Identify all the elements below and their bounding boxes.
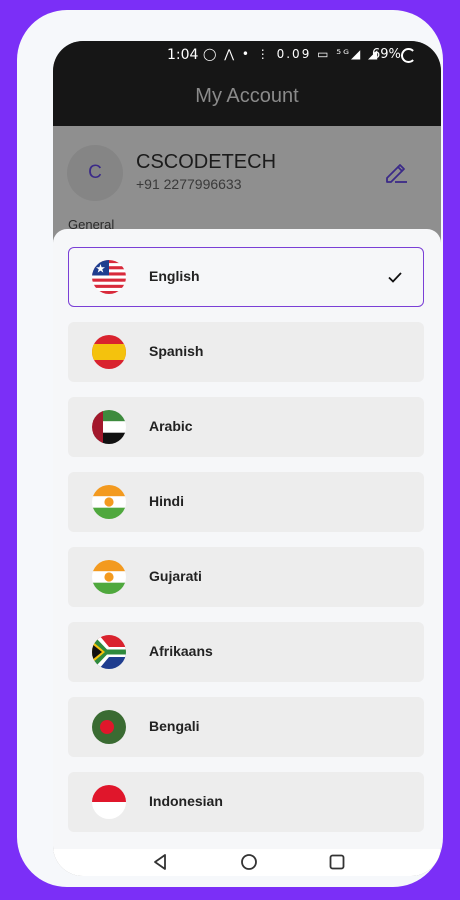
language-label: Gujarati bbox=[149, 568, 202, 584]
back-icon[interactable] bbox=[149, 850, 173, 874]
home-icon[interactable] bbox=[237, 850, 261, 874]
language-option-spanish[interactable]: Spanish bbox=[68, 322, 424, 382]
pencil-edit-icon[interactable] bbox=[383, 159, 409, 185]
loading-ring-icon bbox=[401, 48, 416, 63]
language-option-arabic[interactable]: Arabic bbox=[68, 397, 424, 457]
language-option-hindi[interactable]: Hindi bbox=[68, 472, 424, 532]
language-label: Hindi bbox=[149, 493, 184, 509]
language-label: Indonesian bbox=[149, 793, 223, 809]
language-label: Spanish bbox=[149, 343, 204, 359]
language-option-bengali[interactable]: Bengali bbox=[68, 697, 424, 757]
battery-level: 69% bbox=[372, 47, 401, 62]
phone-frame: 1:04 ◯ ⋀ • ⋮ 0.09 ▭ ⁵ᴳ◢ ◢ 69% My Account… bbox=[17, 10, 443, 887]
language-option-indonesian[interactable]: Indonesian bbox=[68, 772, 424, 832]
screen: 1:04 ◯ ⋀ • ⋮ 0.09 ▭ ⁵ᴳ◢ ◢ 69% My Account… bbox=[53, 41, 441, 876]
system-nav-bar bbox=[53, 849, 441, 876]
language-option-gujarati[interactable]: Gujarati bbox=[68, 547, 424, 607]
status-time: 1:04 bbox=[167, 47, 199, 63]
language-label: English bbox=[149, 268, 200, 284]
south-africa-flag-icon bbox=[92, 635, 126, 669]
language-option-afrikaans[interactable]: Afrikaans bbox=[68, 622, 424, 682]
language-bottom-sheet: English Spanish Arabic Hindi Gujarati Af… bbox=[53, 229, 441, 849]
language-label: Arabic bbox=[149, 418, 193, 434]
avatar[interactable]: C bbox=[67, 145, 123, 201]
profile-name: CSCODETECH bbox=[136, 151, 277, 173]
checkmark-icon bbox=[388, 272, 402, 283]
status-icons: ◯ ⋀ • ⋮ 0.09 ▭ ⁵ᴳ◢ ◢ bbox=[203, 47, 380, 61]
spain-flag-icon bbox=[92, 335, 126, 369]
page-title: My Account bbox=[195, 85, 299, 107]
profile-phone: +91 2277996633 bbox=[136, 176, 242, 192]
profile-card: C CSCODETECH +91 2277996633 General bbox=[53, 126, 441, 236]
language-label: Afrikaans bbox=[149, 643, 213, 659]
uae-flag-icon bbox=[92, 410, 126, 444]
app-bar: My Account bbox=[53, 71, 441, 126]
liberia-flag-icon bbox=[92, 260, 126, 294]
bangladesh-flag-icon bbox=[92, 710, 126, 744]
indonesia-flag-icon bbox=[92, 785, 126, 819]
niger-flag-icon bbox=[92, 560, 126, 594]
status-bar: 1:04 ◯ ⋀ • ⋮ 0.09 ▭ ⁵ᴳ◢ ◢ 69% bbox=[53, 41, 441, 71]
language-label: Bengali bbox=[149, 718, 200, 734]
recents-icon[interactable] bbox=[325, 850, 349, 874]
niger-flag-icon bbox=[92, 485, 126, 519]
language-option-english[interactable]: English bbox=[68, 247, 424, 307]
